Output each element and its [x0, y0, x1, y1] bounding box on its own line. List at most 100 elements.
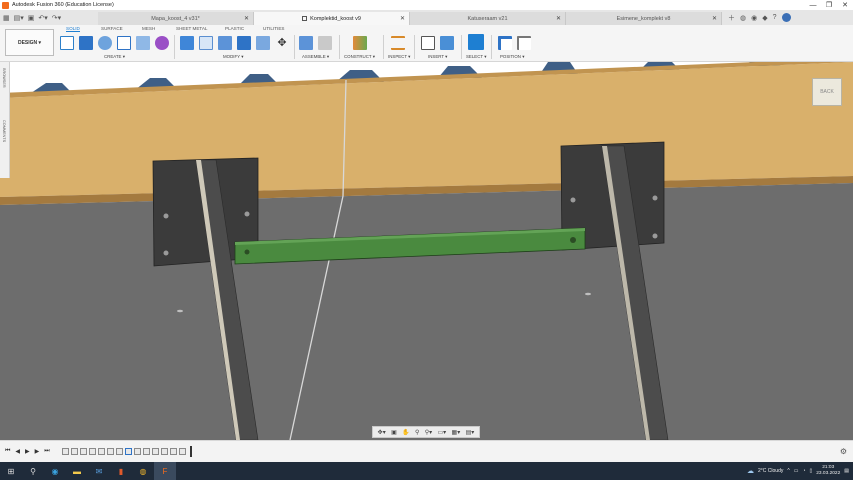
timeline-feature[interactable] [80, 448, 87, 455]
insert-derive-icon[interactable] [421, 36, 435, 50]
new-component-icon[interactable] [299, 36, 313, 50]
construct-group-label[interactable]: CONSTRUCT ▾ [344, 54, 375, 60]
notifications-icon[interactable]: ◆ [762, 14, 767, 22]
workspace-switcher[interactable]: DESIGN ▾ [5, 29, 54, 56]
tab-esimene-komplekt[interactable]: Esimene_komplekt v8 ✕ [566, 12, 722, 25]
close-tab-icon[interactable]: ✕ [556, 15, 561, 22]
insert-group-label[interactable]: INSERT ▾ [428, 54, 447, 60]
minimize-button[interactable]: — [805, 0, 821, 10]
tab-plastic[interactable]: PLASTIC [225, 26, 244, 31]
revert-position-icon[interactable] [517, 36, 531, 50]
file-explorer-icon[interactable]: ▬ [66, 462, 88, 480]
zoom-window-icon[interactable]: ⚲▾ [425, 429, 432, 436]
redo-icon[interactable]: ↷▾ [52, 14, 61, 22]
browser-panel-toggle[interactable]: BROWSER [2, 68, 6, 88]
tab-katuseraam[interactable]: Katuseraam v21 ✕ [410, 12, 566, 25]
start-button-icon[interactable]: ⊞ [0, 462, 22, 480]
timeline-marker[interactable] [190, 446, 192, 457]
file-menu-icon[interactable]: ▤▾ [14, 14, 24, 22]
tab-mesh[interactable]: MESH [142, 26, 155, 31]
tab-sheet-metal[interactable]: SHEET METAL [176, 26, 207, 31]
user-avatar[interactable] [781, 13, 791, 22]
assemble-group-label[interactable]: ASSEMBLE ▾ [302, 54, 329, 60]
timeline-feature[interactable] [107, 448, 114, 455]
position-group-label[interactable]: POSITION ▾ [500, 54, 524, 60]
create-group-label[interactable]: CREATE ▾ [104, 54, 125, 60]
tab-surface[interactable]: SURFACE [101, 26, 123, 31]
look-at-icon[interactable]: ▣ [391, 429, 397, 436]
measure-icon[interactable] [391, 36, 405, 50]
select-group-label[interactable]: SELECT ▾ [466, 54, 486, 60]
chrome-icon[interactable]: ◍ [132, 462, 154, 480]
tray-chevron-icon[interactable]: ^ [787, 468, 789, 474]
timeline-feature[interactable] [89, 448, 96, 455]
extrude-icon[interactable] [79, 36, 93, 50]
timeline-feature[interactable] [179, 448, 186, 455]
weather-icon[interactable]: ☁ [747, 467, 754, 475]
fillet-icon[interactable] [199, 36, 213, 50]
timeline-feature[interactable] [152, 448, 159, 455]
viewports-icon[interactable]: ▤▾ [466, 429, 475, 436]
tab-solid[interactable]: SOLID [66, 26, 80, 32]
form-icon[interactable] [155, 36, 169, 50]
edge-browser-icon[interactable]: ◉ [44, 462, 66, 480]
close-button[interactable]: ✕ [837, 0, 853, 10]
network-icon[interactable]: ▭ [794, 468, 799, 474]
insert-image-icon[interactable] [440, 36, 454, 50]
search-icon[interactable]: ⚲ [22, 462, 44, 480]
chamfer-icon[interactable] [218, 36, 232, 50]
capture-position-icon[interactable] [498, 36, 512, 50]
sweep-icon[interactable] [117, 36, 131, 50]
grid-settings-icon[interactable]: ▦▾ [452, 429, 461, 436]
select-icon[interactable] [468, 34, 484, 50]
timeline-feature[interactable] [125, 448, 132, 455]
timeline-feature[interactable] [161, 448, 168, 455]
volume-icon[interactable]: ◔ [802, 468, 805, 474]
joint-icon[interactable] [318, 36, 332, 50]
fusion-taskbar-icon[interactable]: F [154, 462, 176, 480]
play-icon[interactable]: ▶ [25, 448, 30, 455]
clock[interactable]: 21:03 23.03.2022 [816, 465, 840, 477]
maximize-button[interactable]: ❐ [821, 0, 837, 10]
notification-center-icon[interactable]: ▤ [844, 468, 849, 474]
save-icon[interactable]: ▣ [28, 14, 35, 22]
comments-panel-toggle[interactable]: COMMENTS [2, 120, 6, 142]
display-settings-icon[interactable]: ▭▾ [437, 429, 446, 436]
view-cube[interactable]: BACK [812, 78, 842, 106]
move-icon[interactable]: ✥ [275, 36, 289, 50]
grid-icon[interactable]: ▦ [3, 14, 10, 22]
tab-komplektid-koost[interactable]: Komplektid_koost v9 ✕ [254, 12, 410, 25]
timeline-settings-icon[interactable]: ⚙ [840, 447, 847, 456]
create-sketch-icon[interactable] [60, 36, 74, 50]
shell-icon[interactable] [237, 36, 251, 50]
canvas-viewport[interactable] [0, 62, 853, 440]
revolve-icon[interactable] [98, 36, 112, 50]
timeline-feature[interactable] [71, 448, 78, 455]
timeline-feature[interactable] [62, 448, 69, 455]
weather-text[interactable]: 2°C Cloudy [758, 468, 783, 474]
orbit-icon[interactable]: ✥▾ [378, 429, 386, 436]
offset-plane-icon[interactable] [353, 36, 367, 50]
close-tab-icon[interactable]: ✕ [400, 15, 405, 22]
zoom-icon[interactable]: ⚲ [415, 429, 419, 436]
step-forward-icon[interactable]: ▶ [35, 448, 40, 455]
office-icon[interactable]: ▮ [110, 462, 132, 480]
timeline-feature[interactable] [134, 448, 141, 455]
step-back-icon[interactable]: ◀ [15, 448, 20, 455]
pan-icon[interactable]: ✋ [402, 429, 409, 436]
combine-icon[interactable] [256, 36, 270, 50]
modify-group-label[interactable]: MODIFY ▾ [223, 54, 243, 60]
help-icon[interactable]: ? [773, 14, 777, 21]
extensions-icon[interactable]: ◍ [740, 14, 746, 22]
new-tab-icon[interactable]: ＋ [728, 13, 735, 23]
undo-icon[interactable]: ↶▾ [38, 14, 47, 22]
timeline-feature[interactable] [116, 448, 123, 455]
loft-icon[interactable] [136, 36, 150, 50]
timeline-feature[interactable] [170, 448, 177, 455]
job-status-icon[interactable]: ◉ [751, 14, 757, 22]
timeline-feature[interactable] [98, 448, 105, 455]
press-pull-icon[interactable] [180, 36, 194, 50]
battery-icon[interactable]: ▯ [809, 468, 812, 474]
go-to-start-icon[interactable]: ⏮ [5, 448, 10, 455]
timeline-feature[interactable] [143, 448, 150, 455]
